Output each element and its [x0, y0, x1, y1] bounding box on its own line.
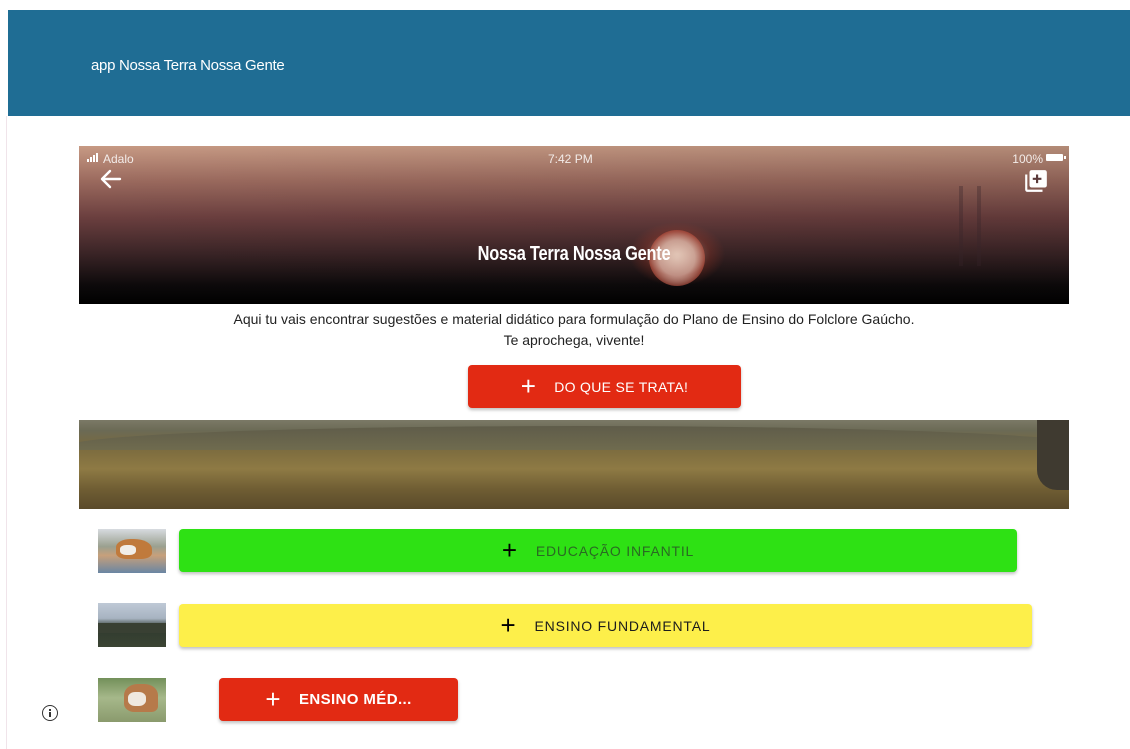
plus-icon: + — [265, 683, 281, 714]
hero-banner: Adalo 7:42 PM 100% Nossa Terra Nossa Gen… — [79, 146, 1069, 304]
library-add-icon[interactable] — [1023, 168, 1049, 194]
plus-icon: + — [520, 370, 537, 401]
status-time: 7:42 PM — [548, 152, 593, 166]
landscape-tree — [1037, 420, 1069, 490]
carrier-name: Adalo — [103, 152, 134, 166]
button-label: ENSINO MÉD... — [298, 691, 412, 708]
horse-white-patch — [128, 692, 146, 706]
signal-icon — [87, 153, 101, 162]
battery-icon — [1046, 154, 1066, 161]
ensino-medio-button[interactable]: + ENSINO MÉD... — [219, 678, 458, 721]
do-que-se-trata-button[interactable]: + DO QUE SE TRATA! — [468, 365, 741, 408]
landscape-hill — [79, 426, 1069, 450]
app-header: app Nossa Terra Nossa Gente — [8, 10, 1130, 116]
fence-shape — [98, 623, 166, 633]
hero-title: Nossa Terra Nossa Gente — [477, 243, 671, 265]
dog-white-patch — [120, 545, 136, 555]
thumbnail-horse — [98, 678, 166, 722]
arrow-left-icon[interactable] — [99, 168, 123, 190]
status-carrier: Adalo — [87, 152, 134, 166]
button-label: DO QUE SE TRATA! — [554, 378, 689, 395]
plus-icon: + — [501, 534, 518, 565]
app-title: app Nossa Terra Nossa Gente — [91, 57, 285, 74]
page-left-border — [6, 116, 7, 749]
thumbnail-dog — [98, 529, 166, 573]
status-battery-text: 100% — [1012, 152, 1043, 166]
thumbnail-field-fence — [98, 603, 166, 647]
button-label: EDUCAÇÃO INFANTIL — [535, 542, 695, 559]
plus-icon: + — [500, 609, 517, 640]
intro-tagline: Te aprochega, vivente! — [503, 332, 645, 348]
button-label: ENSINO FUNDAMENTAL — [534, 617, 711, 634]
landscape-image — [79, 420, 1069, 509]
hero-haze — [79, 146, 1069, 304]
info-icon[interactable] — [42, 705, 58, 721]
intro-text: Aqui tu vais encontrar sugestões e mater… — [233, 311, 915, 327]
ensino-fundamental-button[interactable]: + ENSINO FUNDAMENTAL — [179, 604, 1032, 647]
educacao-infantil-button[interactable]: + EDUCAÇÃO INFANTIL — [179, 529, 1017, 572]
